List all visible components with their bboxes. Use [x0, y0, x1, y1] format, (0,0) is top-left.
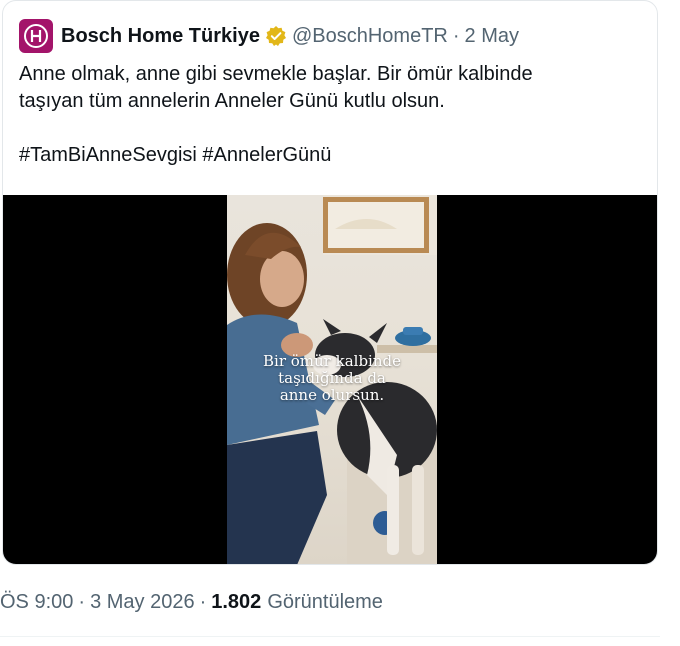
tweet-card[interactable]: Bosch Home Türkiye @BoschHomeTR · 2 May …: [2, 0, 658, 565]
tweet-hashtags[interactable]: #TamBiAnneSevgisi #AnnelerGünü: [19, 142, 639, 169]
tweet-text-line: Anne olmak, anne gibi sevmekle başlar. B…: [19, 63, 533, 85]
author-name[interactable]: Bosch Home Türkiye: [61, 25, 260, 48]
tweet-full-date[interactable]: 3 May 2026: [90, 591, 195, 614]
views-label: Görüntüleme: [267, 590, 383, 613]
video-caption-line: anne olursun.: [279, 386, 385, 404]
meta-separator: ·: [199, 590, 207, 613]
meta-separator: ·: [78, 590, 86, 613]
tweet-time[interactable]: ÖS 9:00: [0, 591, 73, 614]
divider: [0, 636, 660, 637]
tweet-meta: ÖS 9:00 · 3 May 2026 · 1.802 Görüntüleme: [0, 588, 383, 616]
video-caption-line: Bir ömür kalbinde: [263, 352, 401, 370]
verified-badge-icon: [265, 25, 287, 47]
tweet-date[interactable]: 2 May: [465, 25, 519, 48]
tweet-header: Bosch Home Türkiye @BoschHomeTR · 2 May: [19, 19, 519, 53]
video-caption: Bir ömür kalbinde taşıdığında da anne ol…: [227, 353, 437, 404]
tweet-text-line: taşıyan tüm annelerin Anneler Günü kutlu…: [19, 90, 445, 112]
views-count: 1.802: [211, 590, 262, 613]
video-player[interactable]: Bir ömür kalbinde taşıdığında da anne ol…: [3, 195, 657, 564]
video-frame[interactable]: Bir ömür kalbinde taşıdığında da anne ol…: [227, 195, 437, 564]
header-separator: ·: [452, 24, 460, 47]
bosch-logo-icon[interactable]: [19, 19, 53, 53]
video-caption-line: taşıdığında da: [278, 369, 386, 387]
tweet-text: Anne olmak, anne gibi sevmekle başlar. B…: [19, 61, 639, 169]
author-handle[interactable]: @BoschHomeTR: [292, 25, 448, 48]
